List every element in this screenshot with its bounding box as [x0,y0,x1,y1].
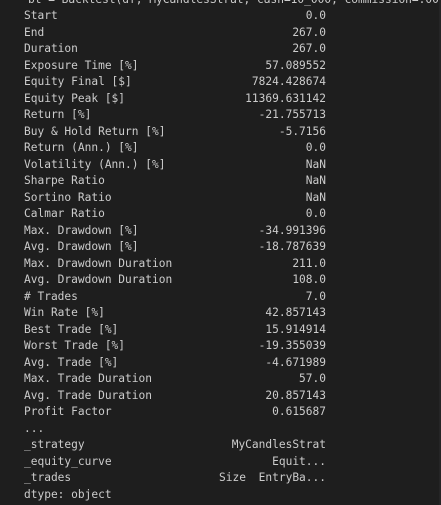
stat-key: Profit Factor [24,405,112,418]
stat-row: Max. Drawdown [%] -34.991396 [24,223,326,240]
stat-row: Volatility (Ann.) [%] NaN [24,157,326,174]
stat-key: End [24,25,45,39]
stat-key: Max. Drawdown Duration [24,256,173,270]
stat-value: NaN [305,190,326,204]
stat-value: -5.7156 [278,124,326,138]
stat-value: -34.991396 [258,223,326,237]
stat-value: 0.0 [305,9,326,22]
stat-row: Exposure Time [%] 57.089552 [24,58,326,75]
stat-key: Return (Ann.) [%] [24,141,139,154]
stat-value: 211.0 [292,256,326,270]
stat-value: NaN [305,157,326,171]
stat-row: _equity_curve Equit... [24,454,326,471]
stat-key: Exposure Time [%] [24,58,139,72]
stat-row: Equity Final [$] 7824.428674 [24,74,326,91]
stat-row: Max. Trade Duration 57.0 [24,371,326,388]
stat-value: 0.0 [305,207,326,220]
stat-value: 20.857143 [265,388,326,402]
stat-value: 0.615687 [272,405,326,418]
stat-row: Avg. Trade [%] -4.671989 [24,355,326,372]
stat-key: Equity Peak [$] [24,91,126,105]
stat-key: Return [%] [24,108,92,121]
stat-row: Duration 267.0 [24,41,326,58]
stat-row: Start 0.0 [24,8,326,25]
stat-value: 0.0 [305,141,326,154]
stat-value: NaN [305,174,326,187]
stat-key: Sortino Ratio [24,190,112,204]
stat-key: Start [24,9,58,22]
stat-row: Best Trade [%] 15.914914 [24,322,326,339]
stat-key: # Trades [24,289,78,303]
stat-key: Avg. Drawdown Duration [24,273,173,286]
stat-key: Avg. Drawdown [%] [24,240,139,253]
stat-key: Calmar Ratio [24,207,105,220]
ellipsis-text: ... [24,421,45,435]
stat-row: Sharpe Ratio NaN [24,173,326,190]
stat-value: 7824.428674 [251,75,326,88]
stat-value: 7.0 [305,289,326,303]
stat-row: Avg. Drawdown [%] -18.787639 [24,239,326,256]
stat-value: -4.671989 [265,355,326,369]
stat-key: _trades [24,471,72,484]
stat-value: 42.857143 [265,306,326,319]
stat-value: 57.089552 [265,58,326,72]
stat-row: Worst Trade [%] -19.355039 [24,338,326,355]
dtype-text: dtype: object [24,487,112,501]
stat-key: Volatility (Ann.) [%] [24,157,166,171]
stat-key: Worst Trade [%] [24,339,126,352]
stat-value: 108.0 [292,273,326,286]
stat-row: Return [%] -21.755713 [24,107,326,124]
stat-value: -18.787639 [258,240,326,253]
stat-key: Max. Drawdown [%] [24,223,139,237]
stat-value: EntryBa... [258,471,326,484]
stat-row: # Trades 7.0 [24,289,326,306]
notebook-output-panel: bt = Backtest(df, MyCandlesStrat, cash=1… [0,0,441,505]
stat-row: _strategy MyCandlesStrat [24,437,326,454]
dtype-row: dtype: object [24,487,326,504]
stats-series-output: Start 0.0 End 267.0 Duration 267.0 Exposure… [24,8,326,503]
stat-value: MyCandlesStrat [231,438,326,451]
stat-key: Avg. Trade Duration [24,388,152,402]
stat-row: Profit Factor 0.615687 [24,404,326,421]
stat-extra: Size [219,471,246,484]
stat-row: End 267.0 [24,25,326,42]
stat-key: _strategy [24,438,85,451]
stat-key: Duration [24,42,78,55]
stat-value: -19.355039 [258,339,326,352]
stat-key: Equity Final [$] [24,75,132,88]
stat-row: Calmar Ratio 0.0 [24,206,326,223]
stat-key: Avg. Trade [%] [24,355,119,369]
stat-value: -21.755713 [258,108,326,121]
stat-key: Best Trade [%] [24,322,119,336]
stat-value: 57.0 [299,372,326,385]
stat-key: Max. Trade Duration [24,372,152,385]
stat-row: Sortino Ratio NaN [24,190,326,207]
stat-key: Win Rate [%] [24,306,105,319]
stat-row: Return (Ann.) [%] 0.0 [24,140,326,157]
stat-row: Buy & Hold Return [%] -5.7156 [24,124,326,141]
stat-value: Equit... [272,454,326,468]
stat-value: 11369.631142 [245,91,326,105]
stat-row: _trades Size EntryBa... [24,470,326,487]
stat-row: Avg. Trade Duration 20.857143 [24,388,326,405]
stat-key: Buy & Hold Return [%] [24,124,166,138]
stat-row: Avg. Drawdown Duration 108.0 [24,272,326,289]
ellipsis-row: ... [24,421,326,438]
stat-key: Sharpe Ratio [24,174,105,187]
stat-value: 267.0 [292,25,326,39]
stat-value: 15.914914 [265,322,326,336]
stat-row: Equity Peak [$] 11369.631142 [24,91,326,108]
stat-row: Max. Drawdown Duration 211.0 [24,256,326,273]
stat-row: Win Rate [%] 42.857143 [24,305,326,322]
stat-key: _equity_curve [24,454,112,468]
stat-value: 267.0 [292,42,326,55]
